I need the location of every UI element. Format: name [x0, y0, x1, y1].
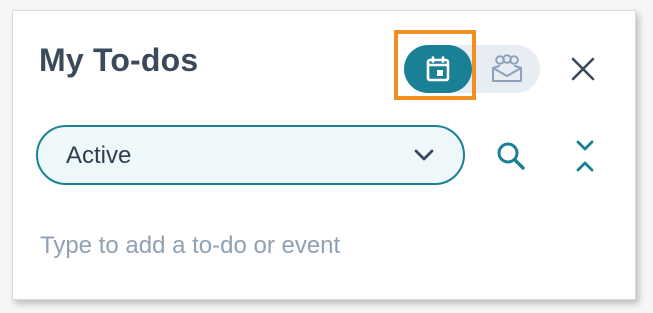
- status-filter-select[interactable]: Active: [36, 125, 465, 185]
- team-view-button[interactable]: [478, 45, 536, 93]
- close-button[interactable]: [566, 52, 600, 86]
- search-button[interactable]: [493, 138, 529, 174]
- collapse-icon: [576, 140, 594, 172]
- search-icon: [497, 142, 525, 170]
- calendar-view-button[interactable]: [404, 45, 472, 93]
- team-icon: [492, 54, 522, 82]
- add-todo-input[interactable]: [40, 228, 600, 264]
- chevron-down-icon: [414, 149, 434, 161]
- page-title: My To-dos: [39, 42, 199, 78]
- collapse-button[interactable]: [570, 136, 600, 176]
- close-icon: [571, 57, 595, 81]
- screenshot-frame: My To-dos Active: [0, 0, 653, 313]
- status-filter-value: Active: [66, 142, 132, 169]
- calendar-icon: [426, 56, 450, 82]
